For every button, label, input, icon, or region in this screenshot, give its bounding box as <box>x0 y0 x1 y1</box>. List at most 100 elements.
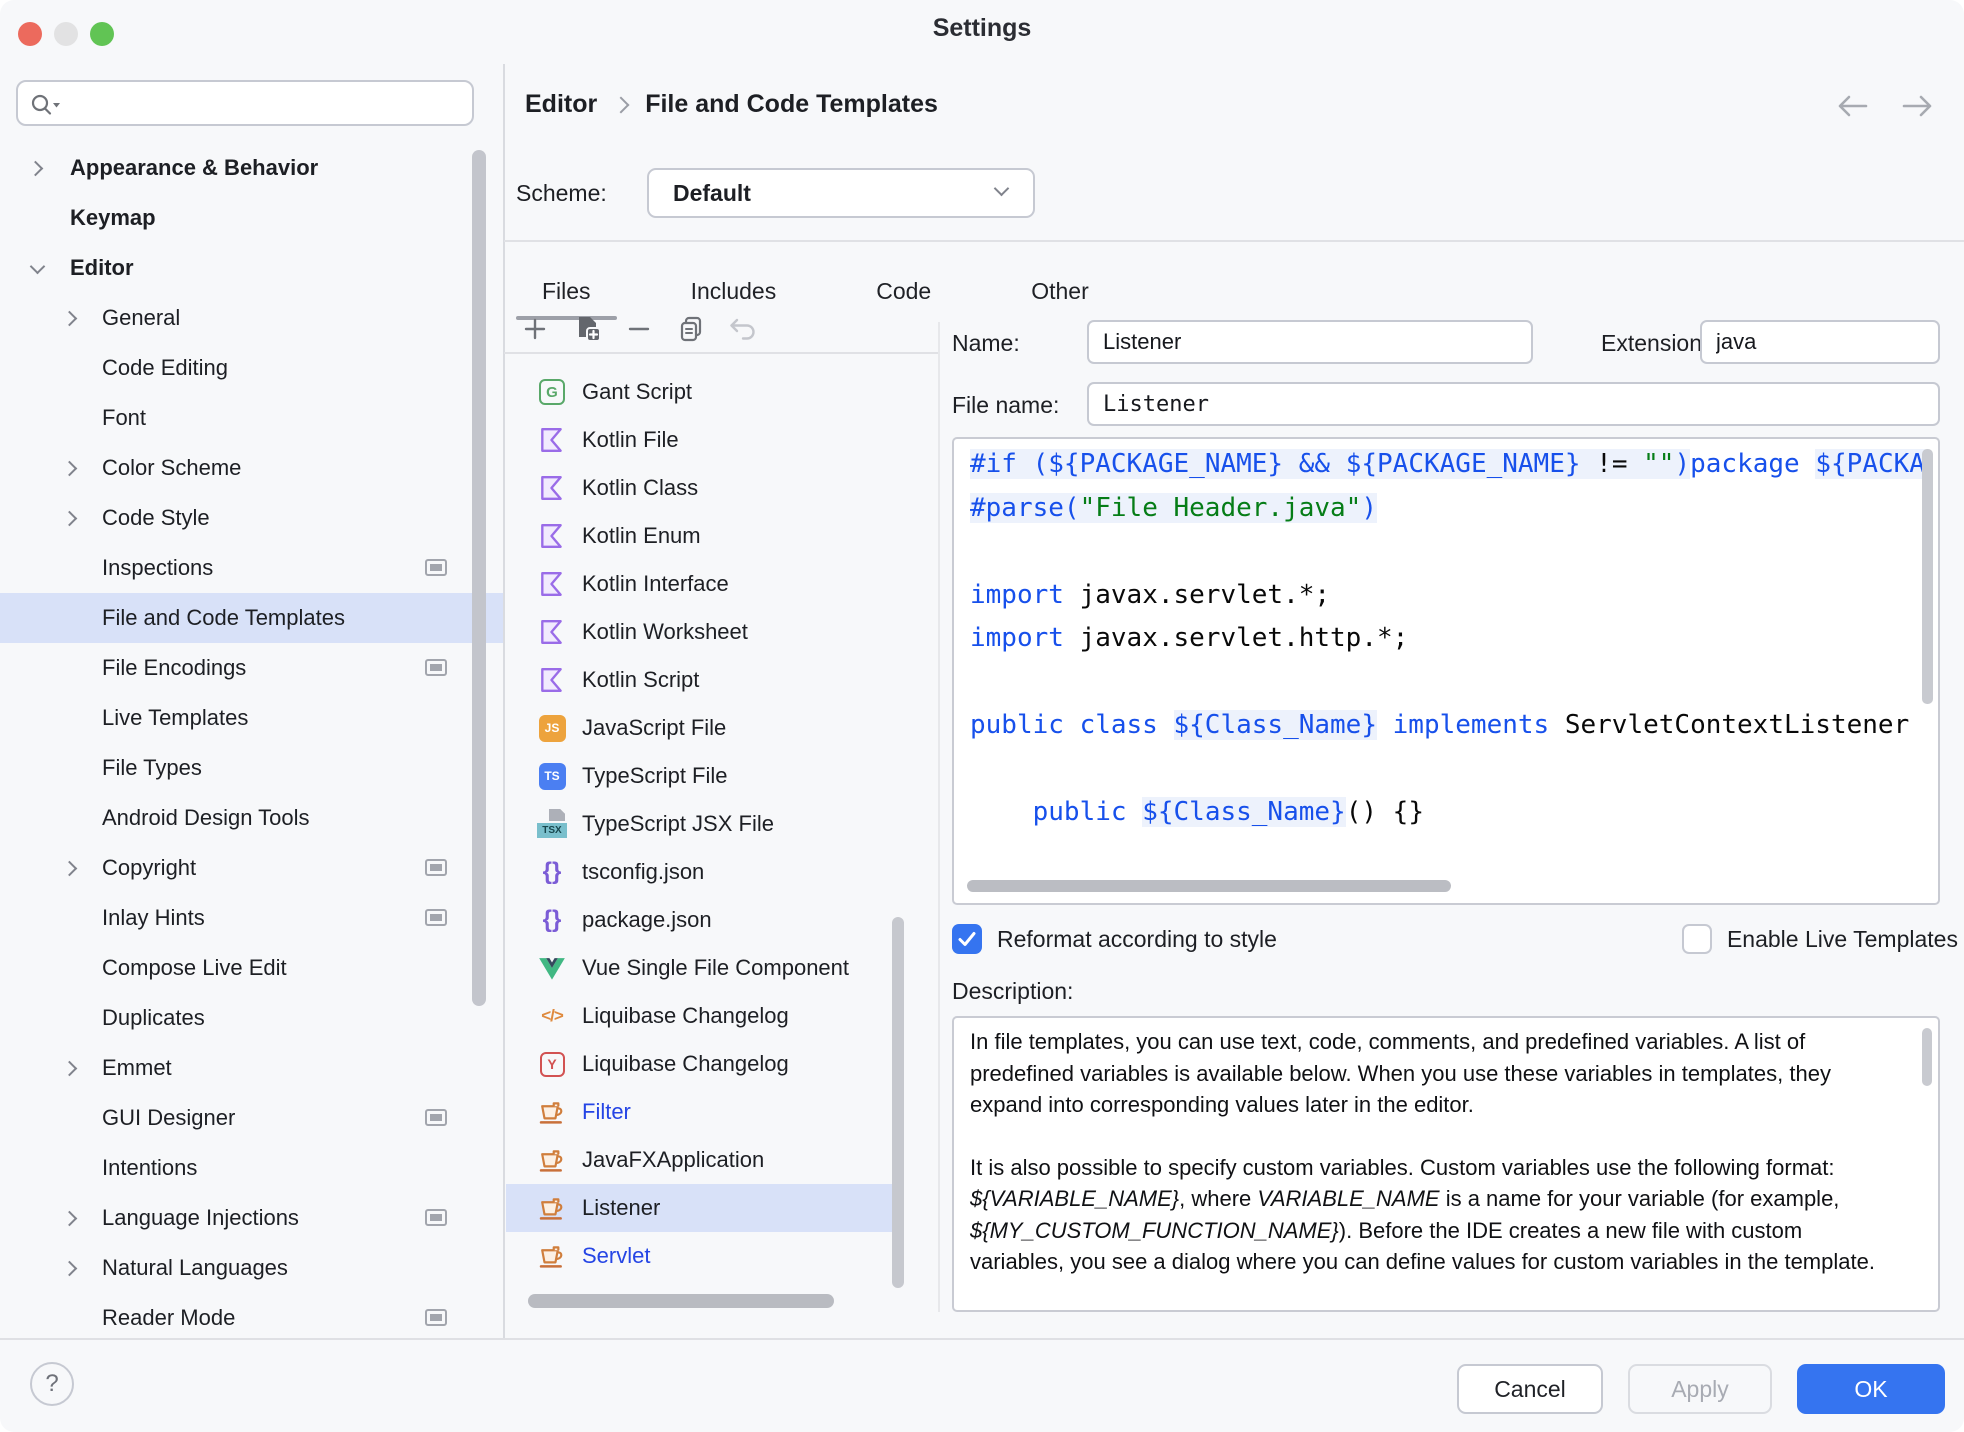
template-list-item-liquibase-changelog[interactable]: </>Liquibase Changelog <box>506 992 904 1040</box>
sidebar-item-file-and-code-templates[interactable]: File and Code Templates <box>0 593 503 643</box>
template-list-item-kotlin-class[interactable]: Kotlin Class <box>506 464 904 512</box>
editor-vertical-scrollbar[interactable] <box>1922 449 1933 704</box>
chevron-right-icon[interactable] <box>60 457 82 479</box>
sidebar-item-label: Compose Live Edit <box>102 955 287 981</box>
sidebar-item-live-templates[interactable]: Live Templates <box>0 693 503 743</box>
template-list-item-liquibase-changelog[interactable]: YLiquibase Changelog <box>506 1040 904 1088</box>
revert-template-button[interactable] <box>724 312 762 350</box>
sidebar-item-code-style[interactable]: Code Style <box>0 493 503 543</box>
template-item-label: JavaFXApplication <box>582 1147 764 1173</box>
template-editor[interactable]: #if (${PACKAGE_NAME} && ${PACKAGE_NAME} … <box>952 437 1940 905</box>
template-list-item-typescript-file[interactable]: TSTypeScript File <box>506 752 904 800</box>
chevron-down-icon[interactable] <box>26 257 48 279</box>
sidebar-item-file-types[interactable]: File Types <box>0 743 503 793</box>
template-list-item-kotlin-interface[interactable]: Kotlin Interface <box>506 560 904 608</box>
template-list-item-javascript-file[interactable]: JSJavaScript File <box>506 704 904 752</box>
template-list-item-servlet[interactable]: Servlet <box>506 1232 904 1280</box>
template-list-item-javafxapplication[interactable]: JavaFXApplication <box>506 1136 904 1184</box>
sidebar-item-general[interactable]: General <box>0 293 503 343</box>
sidebar-item-duplicates[interactable]: Duplicates <box>0 993 503 1043</box>
enable-live-templates-checkbox[interactable] <box>1682 924 1712 954</box>
forward-arrow-icon[interactable] <box>1896 86 1940 126</box>
sidebar-item-compose-live-edit[interactable]: Compose Live Edit <box>0 943 503 993</box>
search-input[interactable] <box>70 84 464 124</box>
sidebar-item-gui-designer[interactable]: GUI Designer <box>0 1093 503 1143</box>
sidebar-item-color-scheme[interactable]: Color Scheme <box>0 443 503 493</box>
template-list-item-kotlin-file[interactable]: Kotlin File <box>506 416 904 464</box>
sidebar-item-copyright[interactable]: Copyright <box>0 843 503 893</box>
add-icon <box>521 315 549 348</box>
yaml-icon: Y <box>536 1048 568 1080</box>
sidebar-item-reader-mode[interactable]: Reader Mode <box>0 1293 503 1343</box>
sidebar-item-code-editing[interactable]: Code Editing <box>0 343 503 393</box>
ts-icon: TS <box>536 760 568 792</box>
create-from-template-template-button[interactable] <box>568 312 606 350</box>
json-icon: {} <box>536 856 568 888</box>
footer-separator <box>0 1338 1964 1340</box>
back-arrow-icon[interactable] <box>1830 86 1874 126</box>
template-list-item-kotlin-worksheet[interactable]: Kotlin Worksheet <box>506 608 904 656</box>
template-list-toolbar <box>516 312 762 350</box>
sidebar-item-inlay-hints[interactable]: Inlay Hints <box>0 893 503 943</box>
settings-search-field[interactable] <box>16 80 474 126</box>
sidebar-item-android-design-tools[interactable]: Android Design Tools <box>0 793 503 843</box>
sidebar-item-intentions[interactable]: Intentions <box>0 1143 503 1193</box>
template-list-item-gant-script[interactable]: GGant Script <box>506 368 904 416</box>
sidebar-item-editor[interactable]: Editor <box>0 243 503 293</box>
template-list-item-kotlin-script[interactable]: Kotlin Script <box>506 656 904 704</box>
sidebar-item-language-injections[interactable]: Language Injections <box>0 1193 503 1243</box>
template-list-item-vue-single-file-component[interactable]: Vue Single File Component <box>506 944 904 992</box>
chevron-right-icon[interactable] <box>60 857 82 879</box>
file-name-field[interactable] <box>1087 382 1940 426</box>
sidebar-item-label: General <box>102 305 180 331</box>
template-list-item-package-json[interactable]: {}package.json <box>506 896 904 944</box>
template-list-item-tsconfig-json[interactable]: {}tsconfig.json <box>506 848 904 896</box>
ide-settings-monitor-icon <box>425 859 447 876</box>
sidebar-item-natural-languages[interactable]: Natural Languages <box>0 1243 503 1293</box>
chevron-right-icon[interactable] <box>60 1057 82 1079</box>
code-line <box>970 661 1914 705</box>
duplicate-template-button[interactable] <box>672 312 710 350</box>
kotlin-icon <box>536 568 568 600</box>
sidebar-item-font[interactable]: Font <box>0 393 503 443</box>
sidebar-item-emmet[interactable]: Emmet <box>0 1043 503 1093</box>
sidebar-scrollbar[interactable] <box>472 150 486 1006</box>
name-field[interactable] <box>1087 320 1533 364</box>
sidebar-item-label: File and Code Templates <box>102 605 345 631</box>
tab-other[interactable]: Other <box>1005 262 1115 320</box>
remove-template-button[interactable] <box>620 312 658 350</box>
template-list-item-kotlin-enum[interactable]: Kotlin Enum <box>506 512 904 560</box>
description-scrollbar[interactable] <box>1922 1028 1932 1086</box>
template-list-vertical-scrollbar[interactable] <box>892 917 904 1288</box>
sidebar-item-inspections[interactable]: Inspections <box>0 543 503 593</box>
breadcrumb-editor[interactable]: Editor <box>525 90 597 119</box>
chevron-right-icon[interactable] <box>60 307 82 329</box>
code-line: import javax.servlet.*; <box>970 574 1914 618</box>
scheme-dropdown[interactable]: Default <box>647 168 1035 218</box>
extension-field[interactable] <box>1700 320 1940 364</box>
template-list-horizontal-scrollbar[interactable] <box>528 1294 834 1308</box>
add-template-button[interactable] <box>516 312 554 350</box>
chevron-right-icon[interactable] <box>60 507 82 529</box>
template-list-item-typescript-jsx-file[interactable]: TSXTypeScript JSX File <box>506 800 904 848</box>
tab-code[interactable]: Code <box>850 262 957 320</box>
ok-button[interactable]: OK <box>1797 1364 1945 1414</box>
template-list-item-listener[interactable]: Listener <box>506 1184 904 1232</box>
cancel-button[interactable]: Cancel <box>1457 1364 1603 1414</box>
sidebar-item-appearance-behavior[interactable]: Appearance & Behavior <box>0 143 503 193</box>
kotlin-icon <box>536 472 568 504</box>
create-from-template-icon <box>572 314 602 349</box>
template-item-label: Liquibase Changelog <box>582 1003 789 1029</box>
description-label: Description: <box>952 978 1073 1005</box>
sidebar-item-label: Inspections <box>102 555 213 581</box>
chevron-right-icon[interactable] <box>60 1257 82 1279</box>
reformat-checkbox[interactable] <box>952 924 982 954</box>
sidebar-item-file-encodings[interactable]: File Encodings <box>0 643 503 693</box>
editor-horizontal-scrollbar[interactable] <box>967 880 1451 892</box>
apply-button[interactable]: Apply <box>1628 1364 1772 1414</box>
chevron-right-icon[interactable] <box>26 157 48 179</box>
template-list-item-filter[interactable]: Filter <box>506 1088 904 1136</box>
sidebar-item-keymap[interactable]: Keymap <box>0 193 503 243</box>
chevron-right-icon[interactable] <box>60 1207 82 1229</box>
help-button[interactable]: ? <box>30 1362 74 1406</box>
